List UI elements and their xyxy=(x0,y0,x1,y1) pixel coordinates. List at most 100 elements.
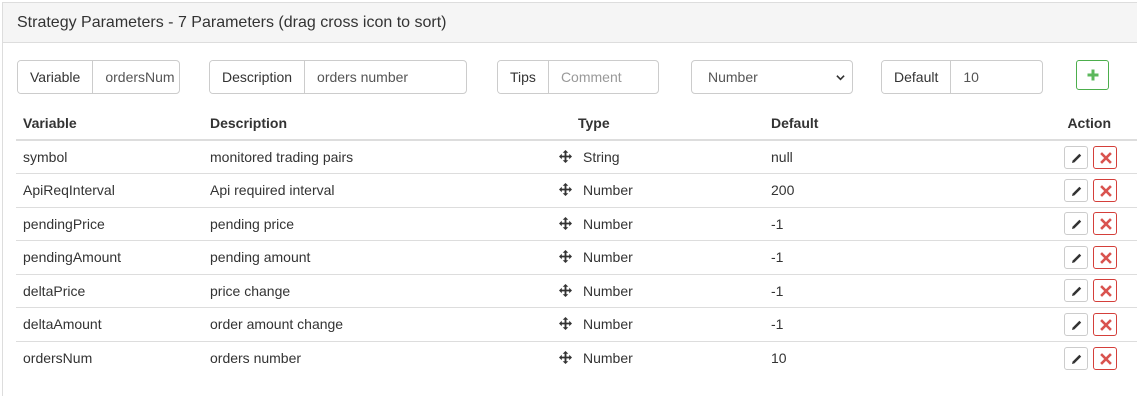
edit-button[interactable] xyxy=(1064,346,1089,370)
cell-type: Number xyxy=(559,206,764,241)
edit-button[interactable] xyxy=(1064,279,1089,303)
tips-input[interactable]: Comment xyxy=(549,61,658,93)
header-action: Action xyxy=(1004,107,1137,141)
default-input[interactable]: 10 xyxy=(951,61,1042,93)
delete-button[interactable] xyxy=(1093,245,1117,269)
cell-default: null xyxy=(771,149,793,165)
move-icon[interactable] xyxy=(559,150,572,163)
cell-type: Number xyxy=(559,240,764,274)
pencil-icon xyxy=(1072,153,1082,163)
edit-button[interactable] xyxy=(1064,145,1089,169)
variable-input[interactable]: ordersNum xyxy=(93,61,179,93)
move-icon[interactable] xyxy=(559,216,572,230)
panel-title: Strategy Parameters - 7 Parameters (drag… xyxy=(3,3,1137,43)
cell-description: monitored trading pairs xyxy=(210,149,354,165)
edit-button[interactable] xyxy=(1064,245,1089,269)
cell-variable: deltaPrice xyxy=(16,273,203,308)
header-variable: Variable xyxy=(16,107,203,141)
type-label: String xyxy=(583,149,620,165)
parameters-table: Variable Description Type Default Action… xyxy=(16,107,1137,375)
close-icon xyxy=(1100,285,1112,298)
cell-actions xyxy=(1004,273,1137,308)
cell-type: Number xyxy=(559,173,764,207)
table-row: symbol monitored trading pairs String nu… xyxy=(16,140,1137,174)
add-parameter-form: Variable ordersNum Description orders nu… xyxy=(3,60,1137,94)
cell-default: 10 xyxy=(764,340,1004,375)
close-icon xyxy=(1100,184,1112,197)
chevron-down-icon xyxy=(836,75,845,81)
cell-default: -1 xyxy=(764,307,1004,341)
table-header-row: Variable Description Type Default Action xyxy=(16,107,1137,141)
type-label: Number xyxy=(583,215,633,232)
close-icon xyxy=(1100,318,1112,331)
type-label: Number xyxy=(583,249,633,266)
type-label: Number xyxy=(583,282,633,299)
cell-variable: ApiReqInterval xyxy=(16,173,203,207)
cell-variable: pendingPrice xyxy=(16,206,203,241)
type-select-value: Number xyxy=(708,69,758,85)
move-icon[interactable] xyxy=(559,317,572,331)
move-icon[interactable] xyxy=(559,283,572,297)
tips-input-group: Tips Comment xyxy=(497,60,659,94)
move-icon[interactable] xyxy=(559,351,572,364)
cell-actions xyxy=(1004,240,1137,274)
delete-button[interactable] xyxy=(1093,312,1117,336)
strategy-parameters-panel: Strategy Parameters - 7 Parameters (drag… xyxy=(2,2,1137,396)
header-default: Default xyxy=(764,107,1004,141)
edit-button[interactable] xyxy=(1064,178,1089,202)
cell-variable: ordersNum xyxy=(16,340,203,375)
cell-description: orders number xyxy=(203,340,578,375)
cell-description: Api required interval xyxy=(203,173,578,207)
default-addon: Default xyxy=(882,61,952,93)
cell-actions xyxy=(1004,140,1137,174)
header-type: Type xyxy=(578,107,764,141)
table-row: deltaAmount order amount change Number -… xyxy=(16,307,1137,341)
edit-button[interactable] xyxy=(1064,312,1089,336)
cell-description: order amount change xyxy=(203,307,578,341)
pencil-icon xyxy=(1072,287,1082,297)
table-row: pendingPrice pending price Number -1 xyxy=(16,206,1137,241)
delete-button[interactable] xyxy=(1093,212,1117,236)
cell-default: -1 xyxy=(764,240,1004,274)
edit-button[interactable] xyxy=(1064,212,1089,236)
delete-button[interactable] xyxy=(1093,145,1117,169)
cell-default: -1 xyxy=(764,273,1004,308)
cell-variable: deltaAmount xyxy=(16,307,203,341)
type-label: Number xyxy=(583,350,633,366)
pencil-icon xyxy=(1072,186,1082,196)
close-icon xyxy=(1100,352,1112,365)
close-icon xyxy=(1100,218,1112,231)
cell-default: 200 xyxy=(764,173,1004,207)
pencil-icon xyxy=(1072,220,1082,230)
delete-button[interactable] xyxy=(1093,279,1117,303)
table-row: pendingAmount pending amount Number -1 xyxy=(16,240,1137,274)
delete-button[interactable] xyxy=(1093,178,1117,202)
cell-description: price change xyxy=(203,273,578,308)
description-input-group: Description orders number xyxy=(209,60,467,94)
table-row: ordersNum orders number Number 10 xyxy=(16,340,1137,375)
pencil-icon xyxy=(1072,354,1082,364)
add-parameter-button[interactable] xyxy=(1076,60,1109,90)
cell-actions xyxy=(1004,173,1137,207)
cell-type: Number xyxy=(559,273,764,308)
cell-type: Number xyxy=(559,307,764,341)
description-input[interactable]: orders number xyxy=(305,61,466,93)
cell-type: String xyxy=(559,140,764,174)
close-icon xyxy=(1100,251,1112,264)
description-addon: Description xyxy=(210,61,306,93)
move-icon[interactable] xyxy=(559,250,572,264)
cell-default: -1 xyxy=(764,206,1004,241)
cell-actions xyxy=(1004,307,1137,341)
move-icon[interactable] xyxy=(559,183,572,197)
type-select[interactable]: Number xyxy=(691,60,853,94)
default-input-group: Default 10 xyxy=(881,60,1043,94)
cell-variable: pendingAmount xyxy=(16,240,203,274)
header-description: Description xyxy=(203,107,578,141)
table-row: deltaPrice price change Number -1 xyxy=(16,273,1137,308)
variable-addon: Variable xyxy=(18,61,94,93)
delete-button[interactable] xyxy=(1093,346,1117,370)
variable-input-group: Variable ordersNum xyxy=(17,60,180,94)
pencil-icon xyxy=(1072,320,1082,330)
cell-actions xyxy=(1004,206,1137,241)
close-icon xyxy=(1100,151,1112,164)
